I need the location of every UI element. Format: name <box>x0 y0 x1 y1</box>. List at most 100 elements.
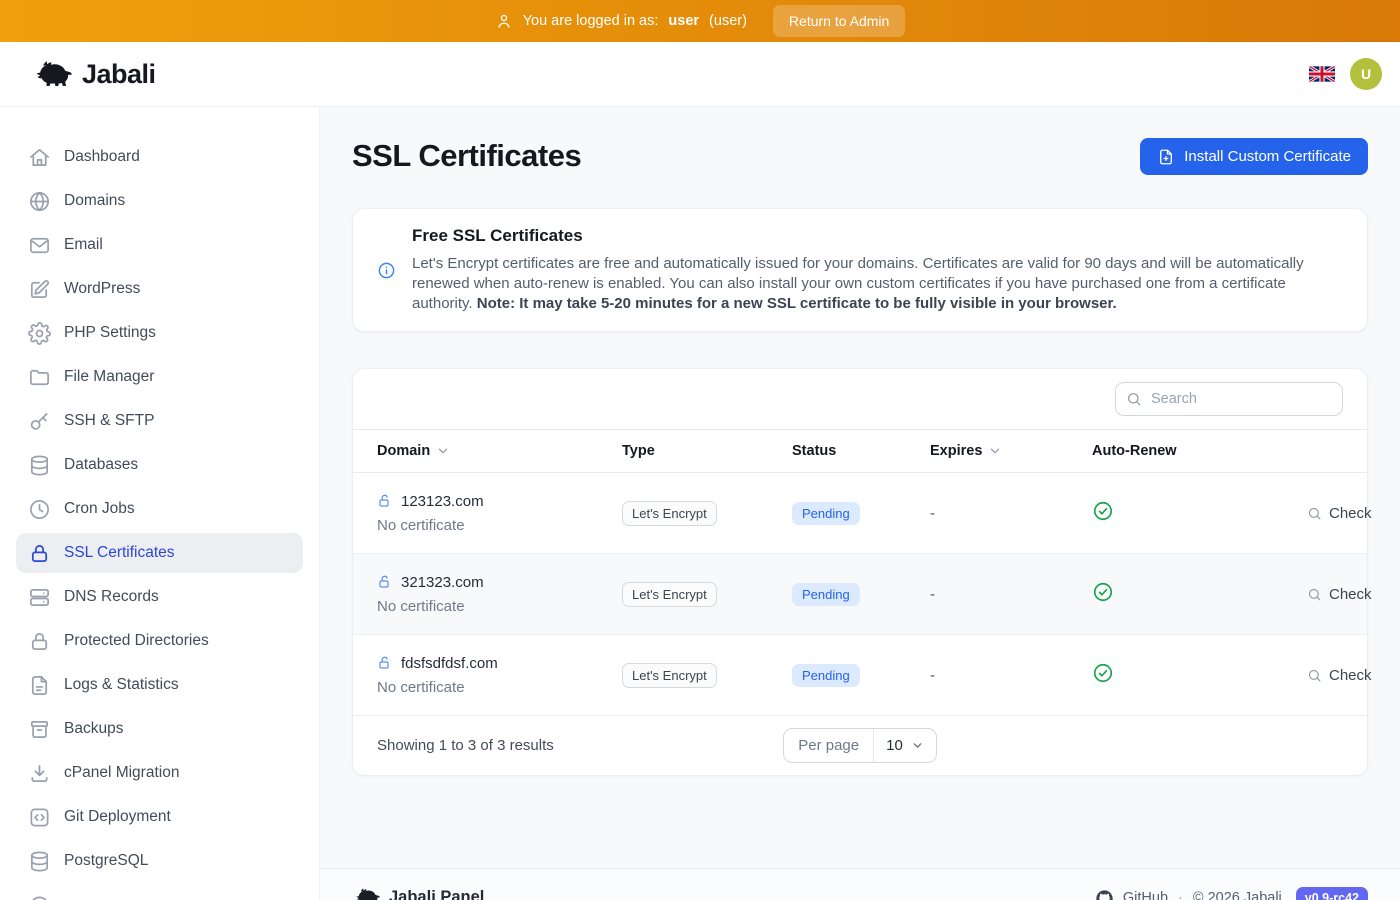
sidebar-item-cpanel-migration[interactable]: cPanel Migration <box>16 753 303 793</box>
check-certificate-button[interactable]: Check <box>1307 667 1372 684</box>
per-page-label: Per page <box>784 729 874 762</box>
info-card-note: Note: It may take 5-20 minutes for a new… <box>477 295 1117 312</box>
sidebar-item-cron-jobs[interactable]: Cron Jobs <box>16 489 303 529</box>
sidebar-item-label: Databases <box>64 456 138 474</box>
sidebar-item-label: cPanel Migration <box>64 764 179 782</box>
info-card-body: Let's Encrypt certificates are free and … <box>412 254 1343 314</box>
column-label: Auto-Renew <box>1092 443 1177 459</box>
column-label: Domain <box>377 443 430 459</box>
lock-icon <box>28 542 51 565</box>
search-icon <box>1307 506 1322 521</box>
impersonation-message-prefix: You are logged in as: <box>523 13 659 29</box>
circle-icon <box>28 894 51 900</box>
type-cell: Let's Encrypt <box>598 582 768 607</box>
sidebar-item-label: Dashboard <box>64 148 140 166</box>
sidebar-item-postgresql[interactable]: PostgreSQL <box>16 841 303 881</box>
sidebar-item-label: File Manager <box>64 368 154 386</box>
sidebar-item-dashboard[interactable]: Dashboard <box>16 137 303 177</box>
domain-name: 123123.com <box>401 493 484 510</box>
sidebar-item-label: SSL Certificates <box>64 544 175 562</box>
sidebar-item-domains[interactable]: Domains <box>16 181 303 221</box>
certificates-table-card: DomainTypeStatusExpiresAuto-Renew 123123… <box>352 368 1368 776</box>
server-icon <box>28 586 51 609</box>
sidebar-item-label: Logs & Statistics <box>64 676 179 694</box>
expires-value: - <box>930 586 935 603</box>
sidebar-item-databases[interactable]: Databases <box>16 445 303 485</box>
table-pagination: Showing 1 to 3 of 3 results Per page 10 <box>353 716 1367 775</box>
uk-flag-icon[interactable] <box>1309 65 1335 83</box>
auto-renew-toggle[interactable] <box>1092 581 1114 603</box>
auto-renew-toggle[interactable] <box>1092 500 1114 522</box>
sidebar-item-label: DNS Records <box>64 588 159 606</box>
sidebar-item-wordpress[interactable]: WordPress <box>16 269 303 309</box>
auto-renew-toggle[interactable] <box>1092 662 1114 684</box>
sidebar-item-php-settings[interactable]: PHP Settings <box>16 313 303 353</box>
results-summary: Showing 1 to 3 of 3 results <box>377 737 783 754</box>
main-area: SSL Certificates Install Custom Certific… <box>320 107 1400 900</box>
status-badge: Pending <box>792 502 860 525</box>
check-label: Check <box>1329 586 1372 603</box>
column-header-auto-renew: Auto-Renew <box>1068 443 1283 459</box>
sidebar-item-ssl-certificates[interactable]: SSL Certificates <box>16 533 303 573</box>
check-certificate-button[interactable]: Check <box>1307 505 1372 522</box>
return-to-admin-button[interactable]: Return to Admin <box>773 5 905 37</box>
table-header-row: DomainTypeStatusExpiresAuto-Renew <box>353 429 1367 473</box>
expires-value: - <box>930 505 935 522</box>
sidebar-item-logs-statistics[interactable]: Logs & Statistics <box>16 665 303 705</box>
sidebar-item-backups[interactable]: Backups <box>16 709 303 749</box>
search-input[interactable] <box>1115 382 1343 416</box>
github-icon <box>1096 890 1113 900</box>
sidebar-item-label: Email <box>64 236 103 254</box>
actions-cell: Check <box>1283 586 1396 603</box>
per-page-select[interactable]: Per page 10 <box>783 728 937 763</box>
impersonated-role: (user) <box>709 13 747 29</box>
actions-cell: Check <box>1283 667 1396 684</box>
auto-renew-cell <box>1068 662 1283 688</box>
footer-brand: Jabali Panel <box>389 888 484 900</box>
sidebar-item-protected-directories[interactable]: Protected Directories <box>16 621 303 661</box>
sidebar-item-file-manager[interactable]: File Manager <box>16 357 303 397</box>
boar-logo-icon <box>30 59 72 89</box>
sidebar-item-label: Backups <box>64 720 123 738</box>
auto-renew-cell <box>1068 581 1283 607</box>
sidebar-item-label: PHP Settings <box>64 324 156 342</box>
brand[interactable]: Jabali <box>30 59 156 90</box>
status-badge: Pending <box>792 583 860 606</box>
column-header-type: Type <box>598 443 768 459</box>
sidebar-item-git-deployment[interactable]: Git Deployment <box>16 797 303 837</box>
per-page-value: 10 <box>886 737 903 754</box>
brand-name: Jabali <box>82 59 156 90</box>
sidebar-item-label: Domains <box>64 192 125 210</box>
user-avatar[interactable]: U <box>1350 58 1382 90</box>
database-icon <box>28 850 51 873</box>
copyright: © 2026 Jabali <box>1193 890 1282 900</box>
expires-value: - <box>930 667 935 684</box>
search-icon <box>1307 668 1322 683</box>
sidebar-item-dns-records[interactable]: DNS Records <box>16 577 303 617</box>
certificate-row: 321323.comNo certificateLet's EncryptPen… <box>353 554 1367 635</box>
install-custom-certificate-button[interactable]: Install Custom Certificate <box>1140 138 1368 175</box>
sort-chevron-icon <box>436 444 450 458</box>
column-header-expires[interactable]: Expires <box>906 443 1068 459</box>
github-link[interactable]: GitHub <box>1123 890 1168 900</box>
status-cell: Pending <box>768 502 906 525</box>
app-header: Jabali U <box>0 42 1400 107</box>
status-badge: Pending <box>792 664 860 687</box>
chevron-down-icon <box>911 739 924 752</box>
table-body: 123123.comNo certificateLet's EncryptPen… <box>353 473 1367 716</box>
expires-cell: - <box>906 505 1068 522</box>
file-plus-icon <box>1157 148 1175 166</box>
sidebar-item-email[interactable]: Email <box>16 225 303 265</box>
unlock-icon <box>377 493 393 509</box>
sidebar: Dashboard Domains Email WordPress PHP Settin… <box>0 107 320 900</box>
type-cell: Let's Encrypt <box>598 501 768 526</box>
sidebar-item-partial[interactable] <box>16 885 303 900</box>
check-label: Check <box>1329 505 1372 522</box>
download-icon <box>28 762 51 785</box>
column-header-domain[interactable]: Domain <box>353 443 598 459</box>
edit-icon <box>28 278 51 301</box>
sidebar-item-ssh-sftp[interactable]: SSH & SFTP <box>16 401 303 441</box>
impersonated-username: user <box>668 13 699 29</box>
install-button-label: Install Custom Certificate <box>1184 148 1351 165</box>
check-certificate-button[interactable]: Check <box>1307 586 1372 603</box>
